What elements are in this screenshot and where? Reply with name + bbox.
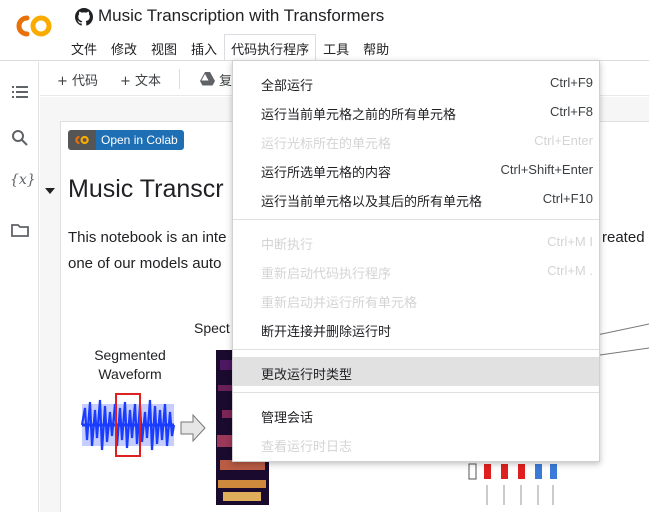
menu-bar: 文件 修改 视图 插入 代码执行程序 工具 帮助 — [64, 34, 396, 60]
dropdown-separator — [233, 219, 599, 220]
dropdown-menu-item-label: 重新启动并运行所有单元格 — [261, 296, 418, 311]
dropdown-menu-item-label: 运行光标所在的单元格 — [261, 137, 392, 152]
dropdown-menu-item[interactable]: 管理会话 — [233, 400, 599, 429]
dropdown-menu-item-label: 更改运行时类型 — [261, 368, 353, 383]
left-sidebar: {x} — [0, 62, 39, 512]
colab-logo-icon[interactable] — [11, 10, 57, 42]
dropdown-menu-item-shortcut: Ctrl+M I — [547, 234, 593, 249]
intro-text-line1: This notebook is an inte — [68, 229, 227, 246]
copy-to-drive-button[interactable]: 复 — [219, 70, 232, 89]
dropdown-menu-item[interactable]: 中断执行 Ctrl+M I — [233, 227, 599, 256]
drive-icon[interactable] — [200, 72, 215, 86]
dropdown-menu-item-label: 查看运行时日志 — [261, 440, 353, 455]
open-in-colab-label: Open in Colab — [96, 130, 184, 150]
dropdown-separator — [233, 392, 599, 393]
dropdown-menu-item-shortcut: Ctrl+M . — [547, 263, 593, 278]
dropdown-menu-item[interactable]: 运行当前单元格以及其后的所有单元格 Ctrl+F10 — [233, 184, 599, 213]
dropdown-menu-item-shortcut: Ctrl+Shift+Enter — [500, 162, 594, 177]
dropdown-menu-item-label: 运行当前单元格之前的所有单元格 — [261, 108, 457, 123]
dropdown-menu-item[interactable]: 断开连接并删除运行时 — [233, 314, 599, 343]
menu-insert[interactable]: 插入 — [184, 34, 224, 60]
dropdown-menu-item-shortcut: Ctrl+F9 — [550, 75, 593, 90]
dropdown-separator — [233, 349, 599, 350]
toolbar-divider — [179, 69, 180, 89]
right-arrow-icon — [180, 413, 206, 443]
dropdown-menu-item-label: 管理会话 — [261, 411, 314, 426]
menu-file[interactable]: 文件 — [64, 34, 104, 60]
dropdown-menu-item[interactable]: 查看运行时日志 — [233, 429, 599, 458]
dropdown-menu-item-label: 断开连接并删除运行时 — [261, 325, 392, 340]
search-icon[interactable] — [10, 128, 30, 148]
dropdown-menu-item-label: 运行所选单元格的内容 — [261, 166, 392, 181]
waveform-graphic — [80, 399, 176, 451]
dropdown-menu-item-label: 中断执行 — [261, 238, 314, 253]
app-header: Music Transcription with Transformers 文件… — [0, 0, 649, 61]
menu-edit[interactable]: 修改 — [104, 34, 144, 60]
table-of-contents-icon[interactable] — [10, 82, 30, 102]
dropdown-menu-item[interactable]: 重新启动代码执行程序 Ctrl+M . — [233, 256, 599, 285]
dropdown-menu-item[interactable]: 运行当前单元格之前的所有单元格 Ctrl+F8 — [233, 97, 599, 126]
dropdown-menu-item-shortcut: Ctrl+F8 — [550, 104, 593, 119]
notebook-heading: Music Transcr — [68, 175, 224, 203]
notebook-title[interactable]: Music Transcription with Transformers — [98, 6, 384, 26]
dropdown-menu-item-label: 全部运行 — [261, 79, 314, 94]
dropdown-menu-item[interactable]: 全部运行 Ctrl+F9 — [233, 68, 599, 97]
folder-icon[interactable] — [10, 220, 30, 240]
open-in-colab-badge[interactable]: Open in Colab — [68, 130, 184, 150]
runtime-dropdown-menu: 全部运行 Ctrl+F9 运行当前单元格之前的所有单元格 Ctrl+F8 运行光标所在的… — [232, 60, 600, 462]
collapse-section-icon[interactable] — [45, 188, 55, 194]
intro-text-line1-right: reated — [602, 229, 645, 246]
github-icon — [75, 8, 93, 26]
variables-icon[interactable]: {x} — [10, 172, 36, 192]
token-sequence-graphic — [468, 463, 557, 505]
dropdown-menu-item-label: 重新启动代码执行程序 — [261, 267, 392, 282]
add-code-button[interactable]: + 代码 — [57, 70, 98, 89]
intro-text-line2: one of our models auto — [68, 255, 222, 272]
dropdown-menu-item-shortcut: Ctrl+Enter — [534, 133, 593, 148]
diagram-connector-line — [599, 347, 649, 356]
menu-runtime[interactable]: 代码执行程序 — [224, 34, 317, 60]
dropdown-menu-item[interactable]: 运行所选单元格的内容 Ctrl+Shift+Enter — [233, 155, 599, 184]
menu-tools[interactable]: 工具 — [316, 34, 356, 60]
dropdown-menu-item[interactable]: 运行光标所在的单元格 Ctrl+Enter — [233, 126, 599, 155]
colab-badge-logo-icon — [68, 130, 96, 150]
menu-help[interactable]: 帮助 — [356, 34, 396, 60]
dropdown-menu-item-label: 运行当前单元格以及其后的所有单元格 — [261, 195, 483, 210]
menu-view[interactable]: 视图 — [144, 34, 184, 60]
add-text-button[interactable]: + 文本 — [120, 70, 161, 89]
dropdown-menu-item-shortcut: Ctrl+F10 — [542, 191, 593, 206]
dropdown-menu-item[interactable]: 更改运行时类型 — [233, 357, 599, 386]
diagram-connector-line — [596, 323, 649, 336]
dropdown-menu-item[interactable]: 重新启动并运行所有单元格 — [233, 285, 599, 314]
